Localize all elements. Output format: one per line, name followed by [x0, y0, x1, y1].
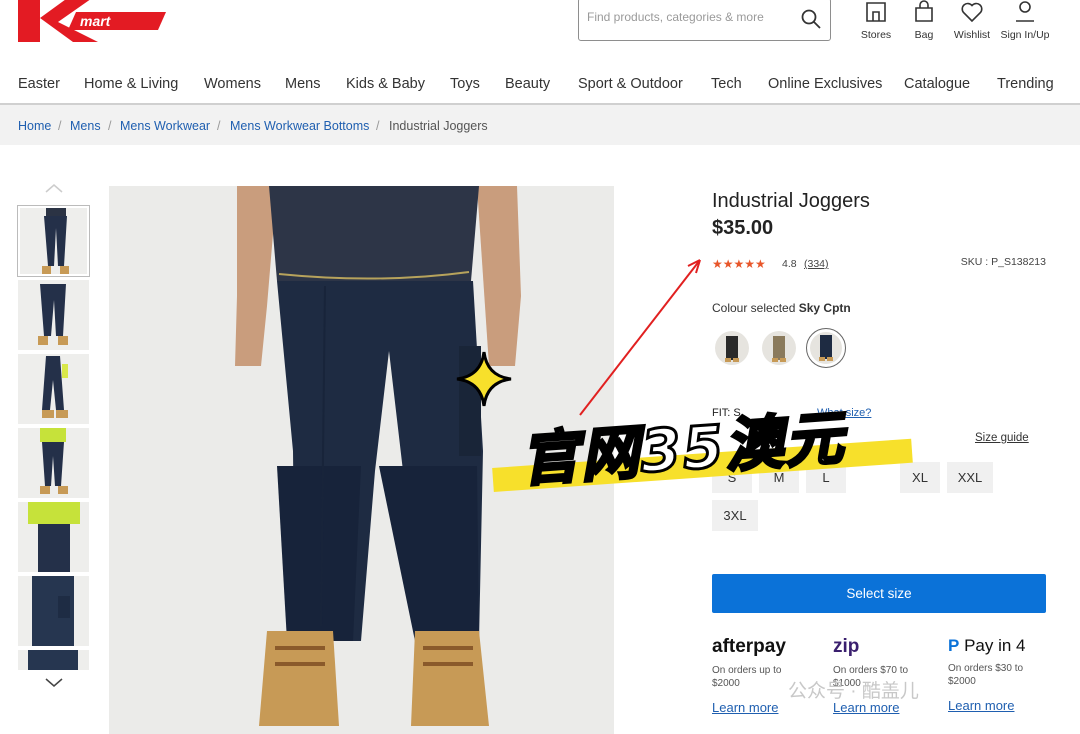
paypal-block: P Pay in 4 On orders $30 to $2000 Learn … [948, 636, 1048, 713]
breadcrumb-separator: / [376, 119, 380, 133]
nav-item-home-living[interactable]: Home & Living [84, 76, 178, 92]
colour-label-text: Colour selected [712, 301, 796, 315]
wishlist-label: Wishlist [953, 29, 991, 41]
product-sku: SKU : P_S138213 [960, 256, 1046, 268]
nav-item-toys[interactable]: Toys [450, 76, 480, 92]
wishlist-button[interactable]: Wishlist [942, 0, 1002, 41]
nav-item-catalogue[interactable]: Catalogue [904, 76, 970, 92]
search-icon[interactable] [800, 8, 822, 30]
nav-item-trending[interactable]: Trending [997, 76, 1054, 92]
paypal-note: On orders $30 to $2000 [948, 663, 1024, 687]
colour-swatch-khaki[interactable] [762, 331, 796, 365]
kmart-logo[interactable]: mart [18, 0, 168, 44]
bag-icon [915, 0, 933, 22]
product-title: Industrial Joggers [712, 190, 870, 212]
breadcrumb-current: Industrial Joggers [389, 119, 488, 133]
size-guide-link[interactable]: Size guide [975, 432, 1029, 444]
nav-item-kids-baby[interactable]: Kids & Baby [346, 76, 425, 92]
breadcrumb-separator: / [217, 119, 221, 133]
colour-value: Sky Cptn [798, 301, 851, 315]
nav-item-easter[interactable]: Easter [18, 76, 60, 92]
svg-text:mart: mart [80, 13, 112, 29]
thumbnail-4[interactable] [18, 428, 89, 498]
nav-item-mens[interactable]: Mens [285, 76, 320, 92]
size-option-xxl[interactable]: XXL [947, 462, 993, 493]
breadcrumb-home[interactable]: Home [18, 119, 51, 133]
sparkle-icon [456, 351, 512, 407]
thumbnail-7[interactable] [18, 650, 89, 670]
product-price: $35.00 [712, 217, 774, 239]
user-icon [1016, 1, 1034, 22]
colour-swatch-black[interactable] [715, 331, 749, 365]
account-button[interactable]: Sign In/Up [995, 0, 1055, 41]
colour-swatch-sky-cptn[interactable] [806, 328, 846, 368]
nav-item-womens[interactable]: Womens [204, 76, 261, 92]
pay-in-4-text: Pay in 4 [964, 636, 1026, 655]
paypal-icon: P [948, 636, 960, 655]
thumbnail-up-arrow-icon[interactable] [45, 183, 63, 193]
paypal-pay-in-4-logo: P Pay in 4 [948, 636, 1048, 656]
rating-value: 4.8 [782, 258, 797, 270]
select-size-button[interactable]: Select size [712, 574, 1046, 613]
colour-selected-label: Colour selected Sky Cptn [712, 301, 851, 315]
nav-item-online-exclusives[interactable]: Online Exclusives [768, 76, 882, 92]
nav-item-tech[interactable]: Tech [711, 76, 742, 92]
heart-icon [961, 2, 983, 23]
thumbnail-6[interactable] [18, 576, 89, 646]
breadcrumb: Home / Mens / Mens Workwear / Mens Workw… [0, 105, 1080, 145]
breadcrumb-mens[interactable]: Mens [70, 119, 101, 133]
breadcrumb-separator: / [58, 119, 62, 133]
breadcrumb-separator: / [108, 119, 112, 133]
nav-item-sport-outdoor[interactable]: Sport & Outdoor [578, 76, 683, 92]
annotation-arrow-icon [579, 259, 701, 416]
thumbnail-3[interactable] [18, 354, 89, 424]
thumbnail-2[interactable] [18, 280, 89, 350]
store-icon [866, 2, 886, 22]
nav-item-beauty[interactable]: Beauty [505, 76, 550, 92]
size-option-xl[interactable]: XL [900, 462, 940, 493]
search-box[interactable] [578, 0, 831, 41]
thumbnail-down-arrow-icon[interactable] [45, 678, 63, 688]
reviews-link[interactable]: (334) [804, 258, 829, 270]
search-input[interactable] [587, 10, 787, 24]
account-label: Sign In/Up [1000, 29, 1050, 41]
thumbnail-5[interactable] [18, 502, 89, 572]
size-option-3xl[interactable]: 3XL [712, 500, 758, 531]
zip-logo: zip [833, 636, 860, 657]
afterpay-logo: afterpay [712, 636, 786, 657]
breadcrumb-mens-workwear[interactable]: Mens Workwear [120, 119, 210, 133]
breadcrumb-mens-workwear-bottoms[interactable]: Mens Workwear Bottoms [230, 119, 369, 133]
main-nav: Easter Home & Living Womens Mens Kids & … [0, 74, 1080, 102]
thumbnail-1[interactable] [17, 205, 90, 277]
rating-stars-icon: ★★★★★ [712, 257, 766, 271]
wechat-watermark: 公众号 · 酷盖儿 [788, 681, 919, 702]
paypal-learn-more[interactable]: Learn more [948, 698, 1048, 713]
